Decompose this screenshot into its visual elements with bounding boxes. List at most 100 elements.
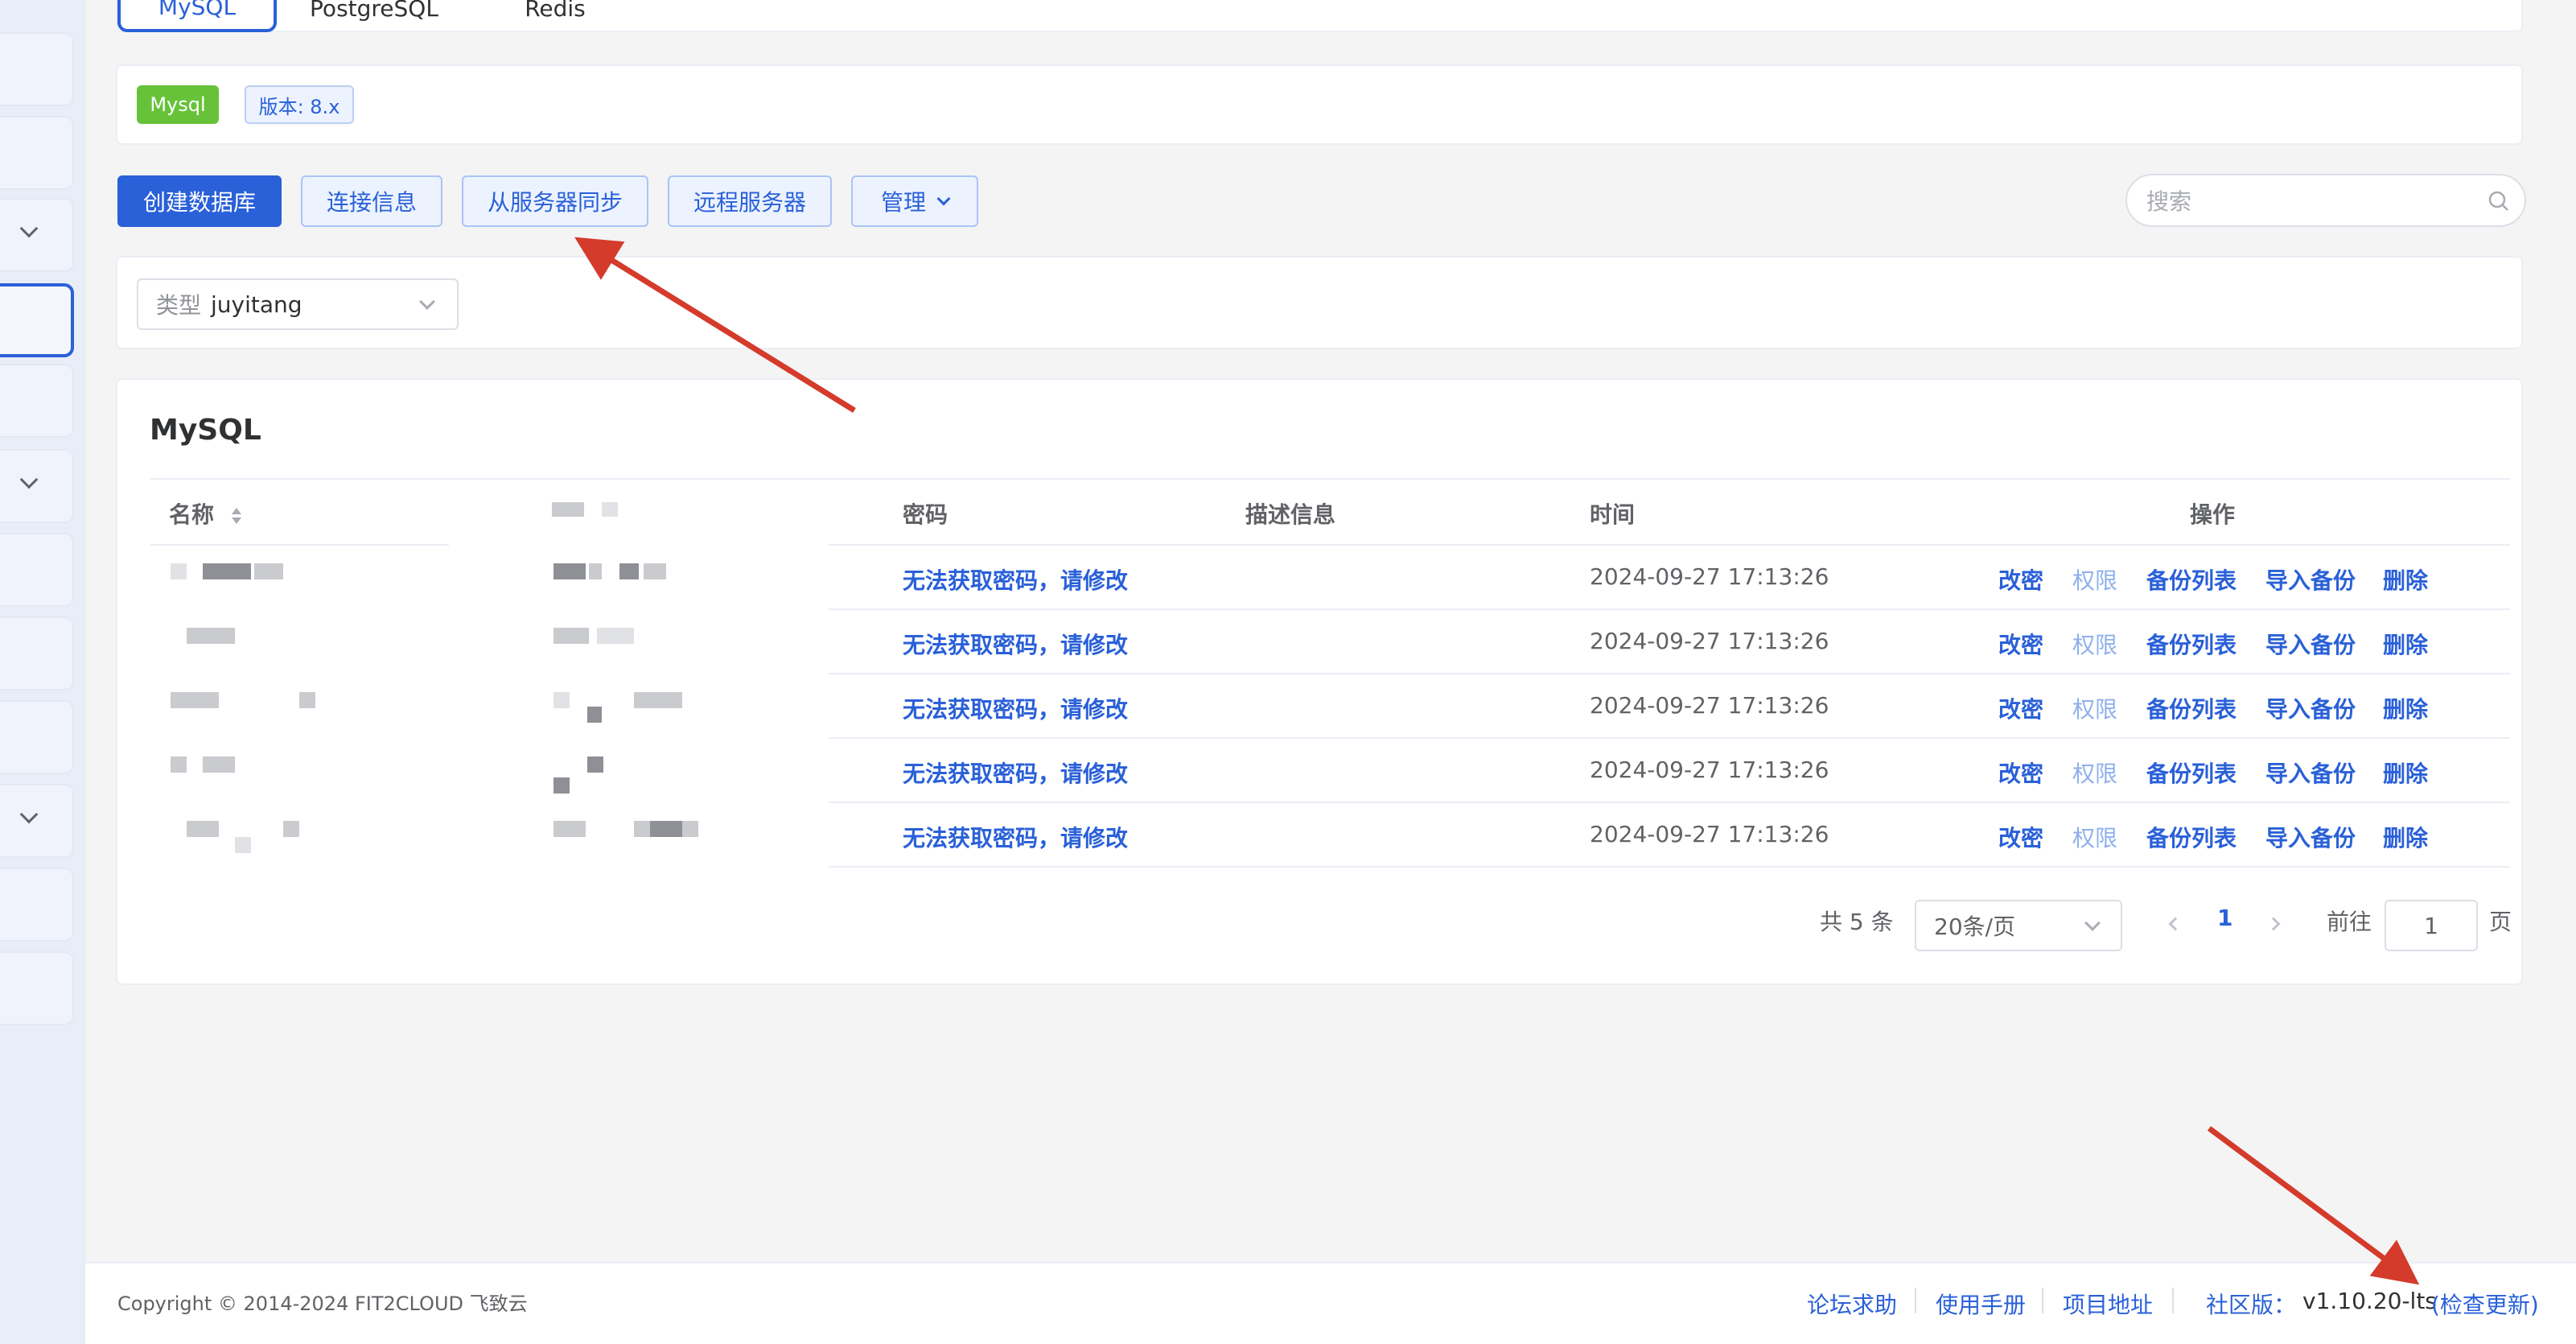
- remote-server-button[interactable]: 远程服务器: [668, 175, 832, 227]
- sidebar-item[interactable]: [0, 116, 74, 190]
- redacted-cell: [619, 563, 639, 579]
- sort-icon[interactable]: [228, 505, 245, 527]
- row-divider: [829, 673, 2510, 674]
- check-update-link[interactable]: (检查更新): [2431, 1288, 2539, 1320]
- connection-info-button[interactable]: 连接信息: [301, 175, 442, 227]
- change-password-action[interactable]: 改密: [1998, 628, 2043, 660]
- user-manual-link[interactable]: 使用手册: [1936, 1288, 2026, 1320]
- sidebar-item[interactable]: [0, 868, 74, 942]
- sidebar-item[interactable]: [0, 32, 74, 106]
- forum-help-link[interactable]: 论坛求助: [1807, 1288, 1897, 1320]
- permission-action[interactable]: 权限: [2072, 757, 2117, 789]
- redacted-cell: [650, 821, 682, 837]
- password-change-link[interactable]: 无法获取密码，请修改: [903, 628, 1128, 660]
- sync-from-server-button[interactable]: 从服务器同步: [462, 175, 648, 227]
- manage-label: 管理: [880, 189, 926, 216]
- search-icon[interactable]: [2488, 190, 2510, 212]
- annotation-arrow: [2207, 1126, 2420, 1285]
- divider: [1915, 1288, 1916, 1313]
- backup-list-action[interactable]: 备份列表: [2146, 563, 2237, 596]
- created-time: 2024-09-27 17:13:26: [1590, 692, 1829, 719]
- sidebar-item[interactable]: [0, 198, 74, 272]
- sidebar-item[interactable]: [0, 449, 74, 523]
- change-password-action[interactable]: 改密: [1998, 821, 2043, 853]
- type-filter-select[interactable]: 类型 juyitang: [137, 278, 459, 330]
- created-time: 2024-09-27 17:13:26: [1590, 757, 1829, 783]
- delete-action[interactable]: 删除: [2383, 692, 2428, 724]
- backup-list-action[interactable]: 备份列表: [2146, 821, 2237, 853]
- page-size-select[interactable]: 20条/页: [1915, 900, 2122, 951]
- permission-action[interactable]: 权限: [2072, 563, 2117, 596]
- backup-list-action[interactable]: 备份列表: [2146, 757, 2237, 789]
- goto-page-input[interactable]: 1: [2385, 900, 2478, 951]
- search-input[interactable]: [2146, 183, 2468, 219]
- password-change-link[interactable]: 无法获取密码，请修改: [903, 692, 1128, 724]
- import-backup-action[interactable]: 导入备份: [2265, 692, 2356, 724]
- password-change-link[interactable]: 无法获取密码，请修改: [903, 757, 1128, 789]
- tab-mysql[interactable]: MySQL: [117, 0, 277, 32]
- redacted-cell: [587, 707, 602, 723]
- chevron-down-icon: [19, 805, 39, 824]
- change-password-action[interactable]: 改密: [1998, 692, 2043, 724]
- sidebar-item[interactable]: [0, 364, 74, 438]
- created-time: 2024-09-27 17:13:26: [1590, 563, 1829, 590]
- redacted-cell: [171, 757, 187, 773]
- password-change-link[interactable]: 无法获取密码，请修改: [903, 821, 1128, 853]
- delete-action[interactable]: 删除: [2383, 563, 2428, 596]
- permission-action[interactable]: 权限: [2072, 821, 2117, 853]
- delete-action[interactable]: 删除: [2383, 628, 2428, 660]
- import-backup-action[interactable]: 导入备份: [2265, 757, 2356, 789]
- redacted-cell: [171, 563, 187, 579]
- tab-redis[interactable]: Redis: [499, 0, 611, 32]
- sidebar-item[interactable]: [0, 951, 74, 1025]
- backup-list-action[interactable]: 备份列表: [2146, 628, 2237, 660]
- created-time: 2024-09-27 17:13:26: [1590, 821, 1829, 847]
- redacted-cell: [682, 821, 698, 837]
- permission-action[interactable]: 权限: [2072, 628, 2117, 660]
- chevron-down-icon: [19, 470, 39, 489]
- redacted-cell: [553, 628, 589, 644]
- search-box[interactable]: [2125, 174, 2526, 227]
- password-change-link[interactable]: 无法获取密码，请修改: [903, 563, 1128, 596]
- page-suffix: 页: [2489, 909, 2512, 935]
- sidebar-item[interactable]: [0, 616, 74, 691]
- backup-list-action[interactable]: 备份列表: [2146, 692, 2237, 724]
- filter-card: [116, 256, 2523, 349]
- divider: [150, 544, 449, 546]
- db-type-badge: Mysql: [137, 85, 219, 124]
- import-backup-action[interactable]: 导入备份: [2265, 821, 2356, 853]
- chevron-down-icon: [2084, 915, 2101, 931]
- column-header-name[interactable]: 名称: [169, 497, 245, 530]
- redacted-cell: [254, 563, 283, 579]
- import-backup-action[interactable]: 导入备份: [2265, 563, 2356, 596]
- redacted-cell: [299, 692, 315, 708]
- import-backup-action[interactable]: 导入备份: [2265, 628, 2356, 660]
- footer: Copyright © 2014-2024 FIT2CLOUD 飞致云 论坛求助…: [85, 1262, 2576, 1344]
- permission-action[interactable]: 权限: [2072, 692, 2117, 724]
- version-text: v1.10.20-lts: [2302, 1288, 2437, 1314]
- sidebar: [0, 0, 85, 1344]
- sidebar-item-active[interactable]: [0, 283, 74, 357]
- divider: [2042, 1288, 2043, 1313]
- pagination-total: 共 5 条: [1820, 909, 1894, 935]
- change-password-action[interactable]: 改密: [1998, 757, 2043, 789]
- delete-action[interactable]: 删除: [2383, 757, 2428, 789]
- current-page[interactable]: 1: [2217, 905, 2232, 931]
- project-address-link[interactable]: 项目地址: [2063, 1288, 2153, 1320]
- goto-label: 前往: [2327, 909, 2372, 935]
- delete-action[interactable]: 删除: [2383, 821, 2428, 853]
- row-divider: [829, 737, 2510, 739]
- redacted-header: [552, 502, 584, 517]
- sidebar-item[interactable]: [0, 533, 74, 607]
- manage-dropdown-button[interactable]: 管理: [851, 175, 978, 227]
- sidebar-item[interactable]: [0, 784, 74, 858]
- redacted-cell: [589, 563, 602, 579]
- redacted-cell: [553, 692, 570, 708]
- chevron-down-icon: [19, 219, 39, 238]
- create-database-button[interactable]: 创建数据库: [117, 175, 282, 227]
- redacted-cell: [634, 692, 682, 708]
- tab-postgresql[interactable]: PostgreSQL: [298, 0, 451, 32]
- sidebar-item[interactable]: [0, 700, 74, 774]
- change-password-action[interactable]: 改密: [1998, 563, 2043, 596]
- page-size-value: 20条/页: [1934, 913, 2016, 940]
